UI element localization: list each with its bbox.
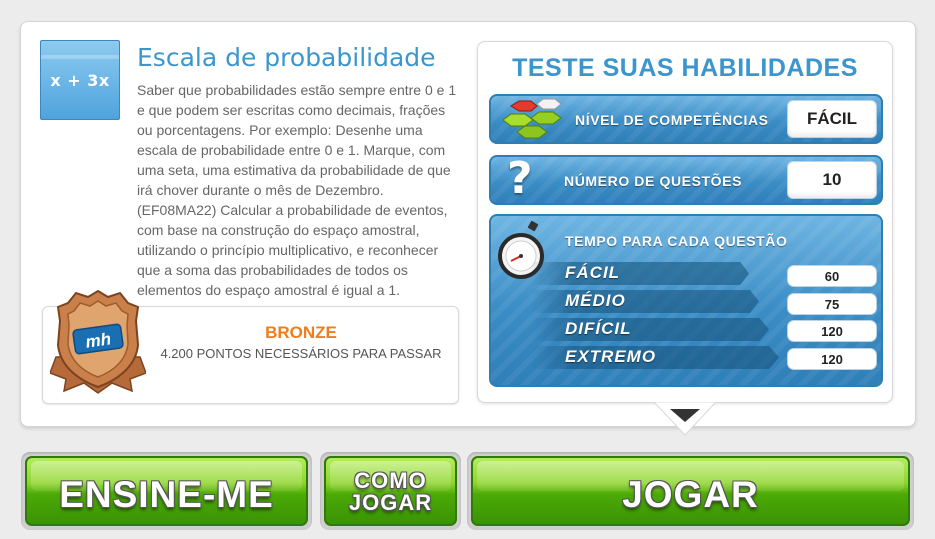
badge-level: BRONZE xyxy=(265,323,337,342)
how-to-play-label: COMO JOGAR xyxy=(349,470,432,514)
topic-icon-formula: x + 3x xyxy=(50,71,110,90)
questions-count-bar: ? NÚMERO DE QUESTÕES 10 xyxy=(489,155,883,205)
time-per-question-label: TEMPO PARA CADA QUESTÃO xyxy=(565,233,788,249)
hexagons-icon xyxy=(502,98,562,139)
topic-description: Saber que probabilidades estão sempre en… xyxy=(137,82,457,298)
expand-arrow-icon[interactable] xyxy=(654,402,716,436)
how-to-play-button[interactable]: COMO JOGAR xyxy=(320,452,461,530)
time-row-label: FÁCIL xyxy=(565,263,621,282)
play-label: JOGAR xyxy=(622,473,759,515)
svg-text:mh: mh xyxy=(84,329,112,351)
questions-count-label: NÚMERO DE QUESTÕES xyxy=(564,173,743,189)
questions-count-select[interactable]: 10 xyxy=(787,161,877,199)
topic-icon: x + 3x xyxy=(40,40,120,120)
how-to-play-line2: JOGAR xyxy=(348,490,433,515)
time-row-label: MÉDIO xyxy=(565,291,626,310)
time-row-label: EXTREMO xyxy=(565,347,657,366)
time-extreme-select[interactable]: 120 xyxy=(787,348,877,370)
time-per-question-panel: TEMPO PARA CADA QUESTÃO FÁCIL 60 MÉDIO 7… xyxy=(489,214,883,387)
play-button[interactable]: JOGAR xyxy=(467,452,914,530)
topic-title: Escala de probabilidade xyxy=(137,43,436,72)
teach-me-button[interactable]: ENSINE-ME xyxy=(21,452,312,530)
competence-level-bar: NÍVEL DE COMPETÊNCIAS FÁCIL xyxy=(489,94,883,144)
time-medium-select[interactable]: 75 xyxy=(787,293,877,315)
competence-level-select[interactable]: FÁCIL xyxy=(787,100,877,138)
question-mark-icon: ? xyxy=(507,155,533,204)
skills-title: TESTE SUAS HABILIDADES xyxy=(512,54,858,82)
time-easy-select[interactable]: 60 xyxy=(787,265,877,287)
time-hard-select[interactable]: 120 xyxy=(787,320,877,342)
bronze-shield-icon: mh xyxy=(50,289,146,394)
time-row-label: DIFÍCIL xyxy=(565,319,632,338)
teach-me-label: ENSINE-ME xyxy=(59,473,274,515)
competence-level-label: NÍVEL DE COMPETÊNCIAS xyxy=(575,112,769,128)
badge-points-required: 4.200 PONTOS NECESSÁRIOS PARA PASSAR xyxy=(160,346,442,361)
